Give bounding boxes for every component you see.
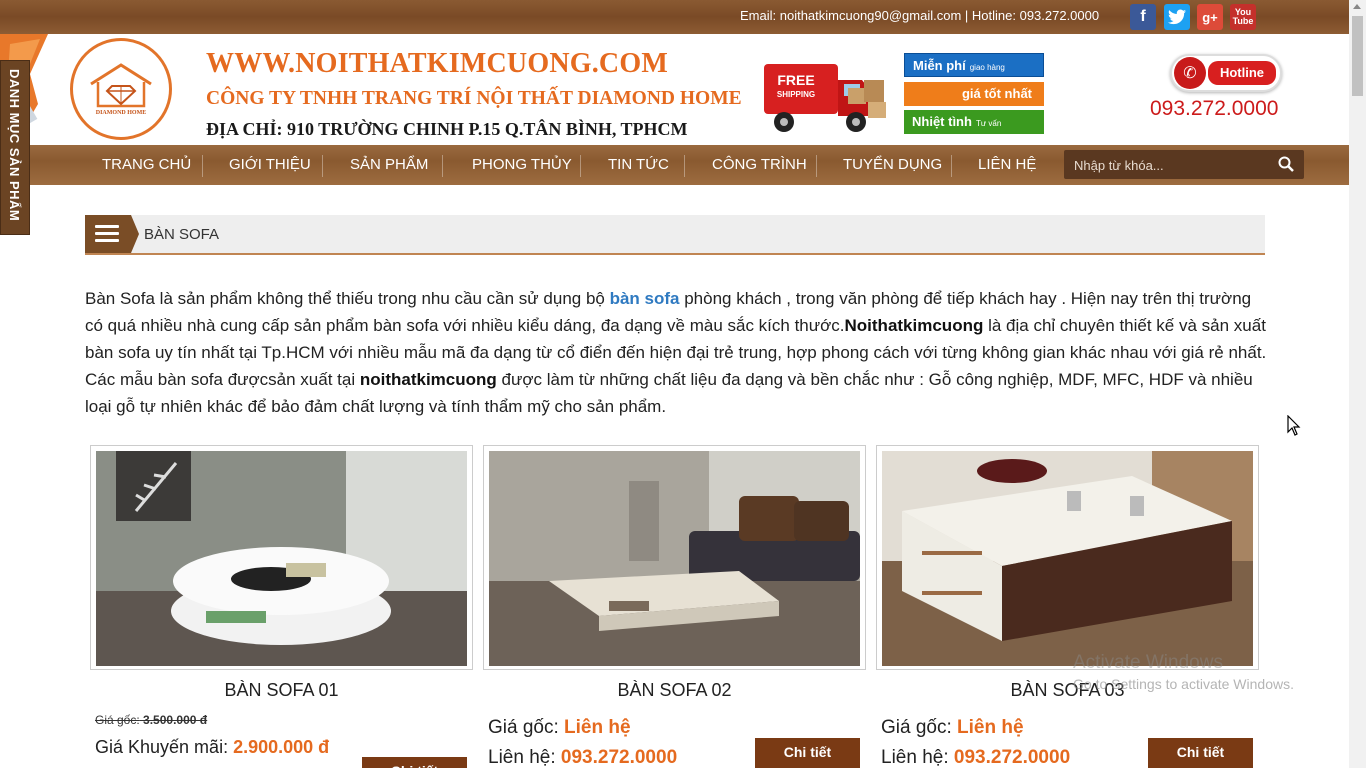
nav-news[interactable]: TIN TỨC [608,145,669,185]
search-box [1064,150,1304,179]
top-contact-text: Email: noithatkimcuong90@gmail.com | Hot… [740,8,1100,23]
truck-text-shipping: SHIPPING [777,90,815,99]
product-image[interactable] [882,451,1253,666]
ban-sofa-link[interactable]: bàn sofa [610,289,680,308]
company-logo[interactable]: DIAMOND HOME [70,38,172,140]
detail-button[interactable]: Chi tiết [755,738,860,768]
truck-text-free: FREE [777,72,814,88]
hotline-button[interactable]: ✆ Hotline [1170,54,1282,92]
promo-price: Giá Khuyến mãi: 2.900.000 đ [95,737,330,757]
hotline-label: Hotline [1208,61,1276,85]
hotline-number[interactable]: 093.272.0000 [1150,97,1278,121]
brand-name: Noithatkimcuong [844,316,984,335]
original-price: Giá gốc: 3.500.000 đ [95,713,208,727]
diamond-house-icon [90,63,152,108]
search-icon[interactable] [1278,156,1294,172]
nav-projects[interactable]: CÔNG TRÌNH [712,145,807,185]
scroll-up-arrow-icon[interactable] [1353,4,1361,9]
nav-contact[interactable]: LIÊN HỆ [978,145,1036,185]
google-plus-icon[interactable]: g+ [1197,4,1223,30]
main-nav: TRANG CHỦ GIỚI THIỆU SẢN PHẨM PHONG THỦY… [30,145,1349,185]
nav-feng-shui[interactable]: PHONG THỦY [472,145,572,185]
product-image[interactable] [96,451,467,666]
company-address: ĐỊA CHỈ: 910 TRƯỜNG CHINH P.15 Q.TÂN BÌN… [206,119,688,139]
category-heading-bar: BÀN SOFA [85,215,1265,255]
logo-text: DIAMOND HOME [95,110,147,116]
contact-phone: Liên hệ: 093.272.0000 [881,747,1071,768]
scrollbar-thumb[interactable] [1352,16,1363,96]
contact-phone: Liên hệ: 093.272.0000 [488,747,678,768]
nav-products[interactable]: SẢN PHẨM [350,145,428,185]
site-header: DIAMOND HOME WWW.NOITHATKIMCUONG.COM CÔN… [0,34,1349,145]
site-name: WWW.NOITHATKIMCUONG.COM [206,48,668,79]
detail-button[interactable]: Chi tiết [362,757,467,768]
product-image-frame[interactable] [876,445,1259,670]
badge-free-delivery: Miễn phí giao hàng [904,53,1044,77]
nav-home[interactable]: TRANG CHỦ [102,145,191,185]
mouse-cursor-icon [1287,415,1301,436]
free-shipping-truck-icon: FREE SHIPPING [764,64,886,132]
facebook-icon[interactable]: f [1130,4,1156,30]
nav-recruitment[interactable]: TUYỂN DỤNG [843,145,942,185]
phone-icon: ✆ [1174,57,1206,89]
search-input[interactable] [1074,155,1264,175]
menu-icon[interactable] [85,215,131,253]
nav-about[interactable]: GIỚI THIỆU [229,145,311,185]
product-category-side-tab[interactable]: DANH MỤC SẢN PHẨM [0,60,30,235]
detail-button[interactable]: Chi tiết [1148,738,1253,768]
product-image-frame[interactable] [90,445,473,670]
badge-best-price: giá tốt nhất [904,82,1044,106]
original-price: Giá gốc: Liên hệ [488,717,631,738]
product-image[interactable] [489,451,860,666]
product-name[interactable]: BÀN SOFA 01 [90,680,473,701]
product-image-frame[interactable] [483,445,866,670]
side-tab-label: DANH MỤC SẢN PHẨM [7,69,22,222]
windows-activation-hint: Go to Settings to activate Windows. [1073,676,1294,692]
product-name[interactable]: BÀN SOFA 02 [483,680,866,701]
category-title: BÀN SOFA [144,226,220,243]
category-intro: Bàn Sofa là sản phẩm không thể thiếu tro… [85,289,1267,416]
badge-consulting: Nhiệt tình Tư vấn [904,110,1044,134]
twitter-icon[interactable] [1164,4,1190,30]
windows-activation-watermark: Activate Windows [1073,652,1223,673]
youtube-icon[interactable]: You Tube [1230,4,1256,30]
top-bar: Email: noithatkimcuong90@gmail.com | Hot… [0,0,1349,34]
page-scrollbar[interactable] [1349,0,1366,768]
original-price: Giá gốc: Liên hệ [881,717,1024,738]
company-name: CÔNG TY TNHH TRANG TRÍ NỘI THẤT DIAMOND … [206,88,742,109]
brand-name: noithatkimcuong [359,370,497,389]
